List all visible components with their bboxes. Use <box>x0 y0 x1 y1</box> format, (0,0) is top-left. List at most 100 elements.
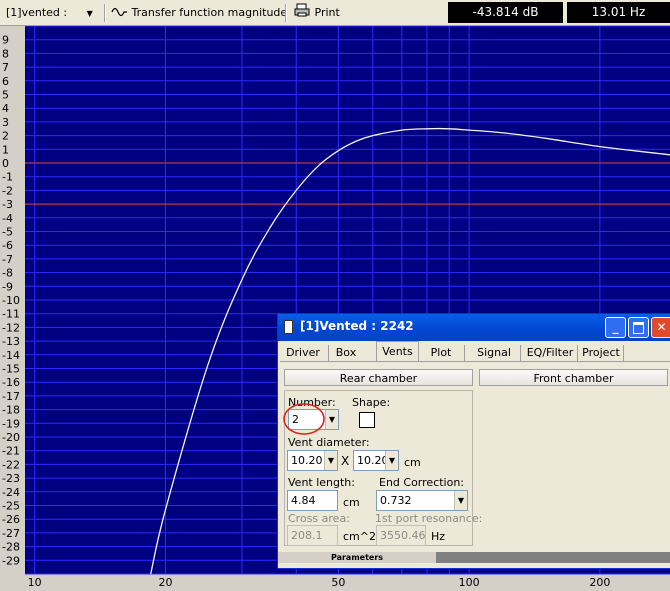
vent-length-label: Vent length: <box>288 476 355 489</box>
y-tick-label: -24 <box>2 486 20 499</box>
close-icon: ✕ <box>656 320 667 334</box>
end-correction-value: 0.732 <box>380 494 412 507</box>
tab-project[interactable]: Project <box>579 343 623 362</box>
x-tick-label: 20 <box>158 576 172 589</box>
y-tick-label: 6 <box>2 75 9 88</box>
x-tick-label: 50 <box>331 576 345 589</box>
tab-vents[interactable]: Vents <box>376 341 419 362</box>
driver-select-value: [1]vented : <box>6 6 68 19</box>
y-tick-label: -25 <box>2 500 20 513</box>
tab-signal[interactable]: Signal <box>474 343 514 362</box>
y-tick-label: -14 <box>2 349 20 362</box>
dialog-title: [1]Vented : 2242 <box>300 319 414 333</box>
y-tick-label: -4 <box>2 212 13 225</box>
level-readout: -43.814 dB <box>448 2 563 23</box>
toolbar-separator <box>285 4 287 22</box>
y-tick-label: -8 <box>2 267 13 280</box>
vent-diameter-2-value: 10.20 <box>357 454 389 467</box>
shape-selector[interactable] <box>359 412 375 428</box>
y-tick-label: -20 <box>2 431 20 444</box>
x-tick-label: 200 <box>589 576 610 589</box>
cross-area-label: Cross area: <box>288 512 350 525</box>
y-tick-label: 3 <box>2 116 9 129</box>
tab-eq-filter[interactable]: EQ/Filter <box>524 343 576 362</box>
y-tick-label: -10 <box>2 294 20 307</box>
minimize-button[interactable]: _ <box>605 317 626 338</box>
tab-box[interactable]: Box <box>333 343 359 362</box>
y-tick-label: -28 <box>2 541 20 554</box>
y-tick-label: -13 <box>2 335 20 348</box>
port-resonance-unit: Hz <box>431 530 446 543</box>
minimize-icon: _ <box>612 320 619 334</box>
y-tick-label: -19 <box>2 417 20 430</box>
cross-area-unit: cm^2 <box>343 530 376 543</box>
y-tick-label: -7 <box>2 253 13 266</box>
y-tick-label: -15 <box>2 363 20 376</box>
y-tick-label: -5 <box>2 226 13 239</box>
vent-diameter-label: Vent diameter: <box>288 436 370 449</box>
frequency-readout: 13.01 Hz <box>567 2 670 23</box>
vented-parameters-dialog: [1]Vented : 2242 _ ✕ Driver Box Vents Pl… <box>277 313 670 569</box>
maximize-icon <box>633 321 644 334</box>
toolbar: [1]vented : ▼ Transfer function magnitud… <box>0 0 670 26</box>
y-tick-label: -21 <box>2 445 20 458</box>
window-icon <box>284 320 293 334</box>
driver-select[interactable]: [1]vented : ▼ <box>6 3 93 22</box>
rear-chamber-button[interactable]: Rear chamber <box>284 369 473 386</box>
dialog-titlebar[interactable]: [1]Vented : 2242 _ ✕ <box>278 314 670 341</box>
y-tick-label: 5 <box>2 89 9 102</box>
print-label: Print <box>314 6 340 19</box>
maximize-button[interactable] <box>628 317 649 338</box>
chevron-down-icon: ▼ <box>454 491 467 510</box>
y-tick-label: -2 <box>2 184 13 197</box>
y-tick-label: -27 <box>2 527 20 540</box>
shape-label: Shape: <box>352 396 391 409</box>
graph-type-select[interactable]: Transfer function magnitude ▼ <box>111 3 307 22</box>
tab-separator <box>577 345 578 361</box>
port-resonance-label: 1st port resonance: <box>375 512 483 525</box>
vent-diameter-2-select[interactable]: 10.20 ▼ <box>353 450 399 471</box>
vent-diameter-1-value: 10.20 <box>291 454 323 467</box>
toolbar-separator <box>104 4 106 22</box>
y-tick-label: -12 <box>2 321 20 334</box>
print-button[interactable]: Print <box>294 3 340 22</box>
vent-diameter-1-select[interactable]: 10.20 ▼ <box>287 450 338 471</box>
tab-separator <box>464 345 465 361</box>
y-tick-label: -22 <box>2 458 20 471</box>
vent-length-input[interactable]: 4.84 <box>287 490 338 511</box>
tab-separator <box>328 345 329 361</box>
y-tick-label: -11 <box>2 308 20 321</box>
y-tick-label: -6 <box>2 239 13 252</box>
y-tick-label: 4 <box>2 102 9 115</box>
diameter-unit: cm <box>404 456 421 469</box>
end-correction-select[interactable]: 0.732 ▼ <box>376 490 468 511</box>
graph-type-value: Transfer function magnitude <box>131 6 288 19</box>
y-tick-label: -16 <box>2 376 20 389</box>
tab-strip-border <box>280 361 670 362</box>
y-tick-label: -3 <box>2 198 13 211</box>
tab-separator <box>520 345 521 361</box>
y-tick-label: -17 <box>2 390 20 403</box>
y-tick-label: -9 <box>2 280 13 293</box>
parameters-tab[interactable]: Parameters <box>278 552 436 563</box>
close-button[interactable]: ✕ <box>651 317 670 338</box>
tab-plot[interactable]: Plot <box>427 343 455 362</box>
waveform-icon <box>111 4 128 23</box>
front-chamber-button[interactable]: Front chamber <box>479 369 668 386</box>
highlight-circle <box>283 403 325 435</box>
x-tick-label: 100 <box>459 576 480 589</box>
dimension-x: X <box>341 454 350 468</box>
panel-tab-strip: Parameters <box>278 552 670 563</box>
chevron-down-icon: ▼ <box>86 9 93 18</box>
end-correction-label: End Correction: <box>379 476 465 489</box>
tab-driver[interactable]: Driver <box>286 343 320 362</box>
y-tick-label: -1 <box>2 171 13 184</box>
y-tick-label: 0 <box>2 157 9 170</box>
y-tick-label: -23 <box>2 472 20 485</box>
y-tick-label: 1 <box>2 143 9 156</box>
port-resonance-value: 3550.46 <box>376 525 426 546</box>
cross-area-value: 208.1 <box>287 525 338 546</box>
y-tick-label: 7 <box>2 61 9 74</box>
y-tick-label: -18 <box>2 404 20 417</box>
printer-icon <box>294 3 311 23</box>
